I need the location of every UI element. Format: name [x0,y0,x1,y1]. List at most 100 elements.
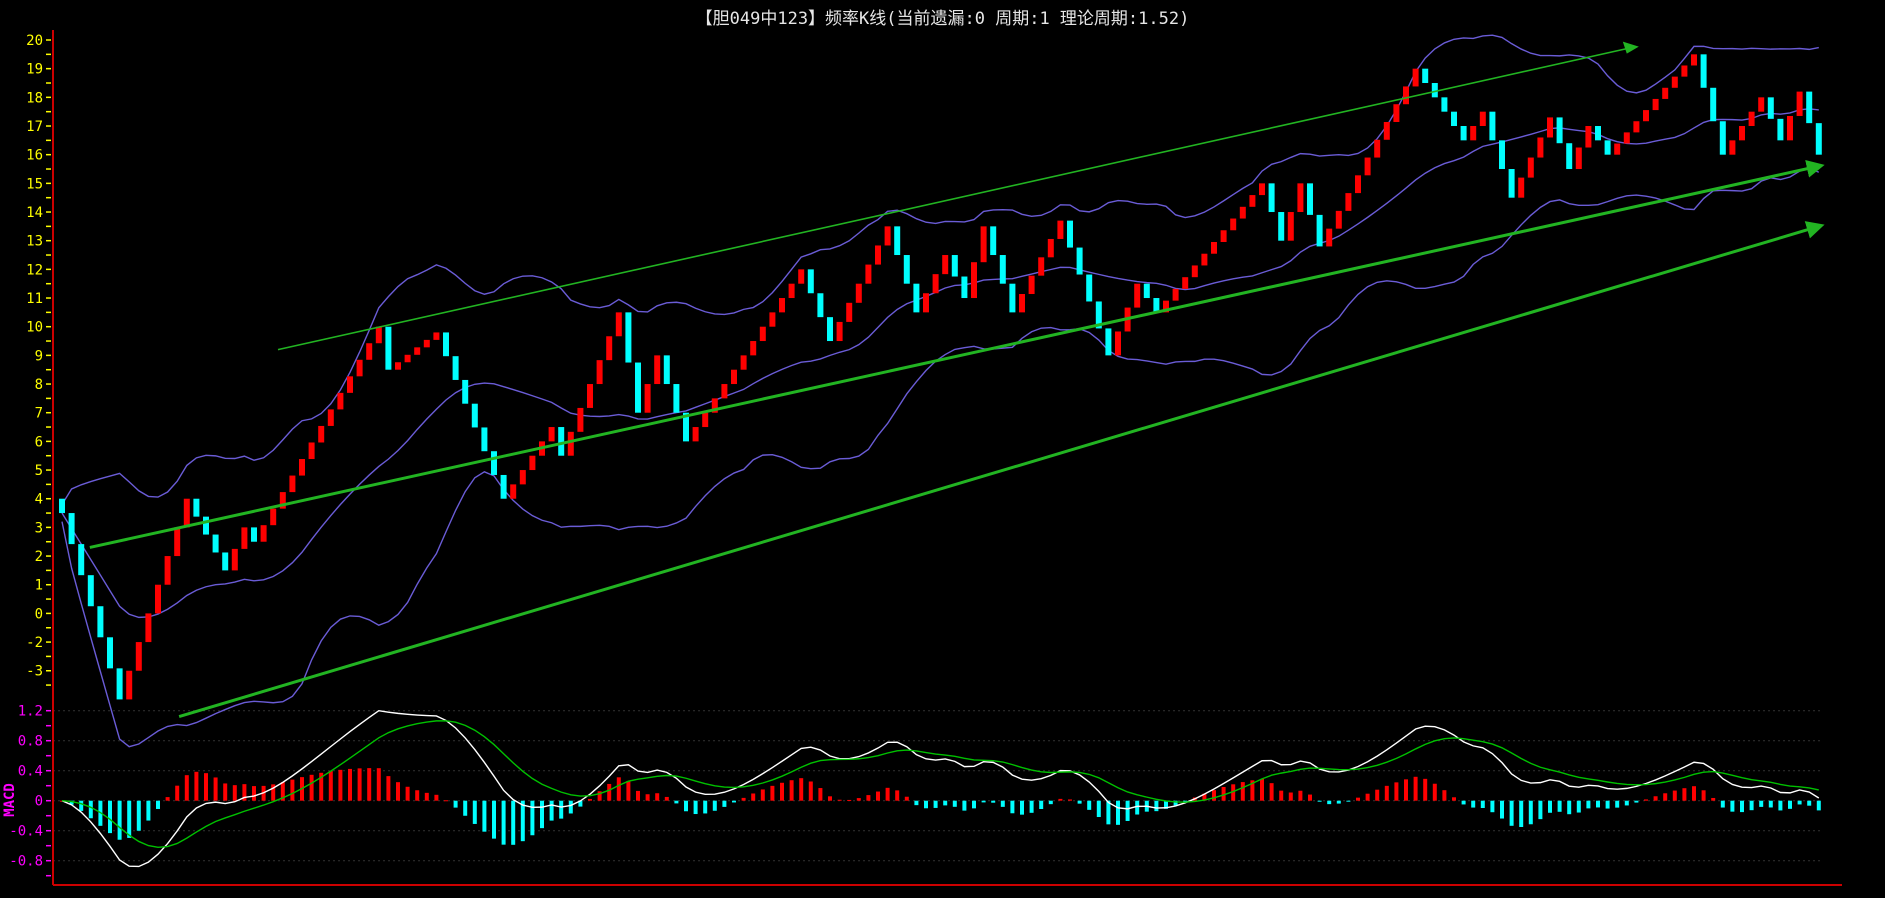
macd-bar-negative [156,800,160,809]
macd-bar-positive [1375,789,1380,801]
macd-bar-positive [357,768,362,801]
macd-bar-positive [1394,782,1399,801]
candle-up [347,376,353,393]
candle-up [654,355,661,385]
macd-bar-negative [722,800,727,807]
candle-up [289,475,296,493]
candle-up [1326,228,1333,247]
dif-line [61,709,1820,868]
macd-bar-positive [213,777,218,801]
candle-down [663,355,670,385]
macd-bar-positive [895,790,900,801]
macd-bar-negative [472,800,477,824]
dea-line [61,720,1819,849]
macd-bar-negative [684,800,688,812]
macd-bar-positive [799,778,804,801]
macd-bar-negative [924,800,928,809]
macd-bar-negative [1116,800,1120,825]
macd-bar-negative [732,800,736,803]
macd-bar-positive [328,771,333,801]
macd-bar-negative [1039,800,1044,810]
price-tick-label: 1 [35,578,43,594]
macd-bar-negative [1749,800,1754,811]
macd-bar-positive [252,786,256,801]
candle-down [817,293,824,318]
candle-up [1470,126,1477,141]
candle-up [1412,68,1419,87]
macd-bar-positive [1711,797,1716,801]
macd-bar-negative [127,800,132,838]
candle-up [1345,193,1352,211]
candle-up [1681,65,1688,77]
macd-bar-positive [1663,793,1668,801]
macd-tick-label: 0 [35,794,43,810]
candle-down [903,255,910,284]
candle-up [1239,206,1246,219]
macd-bar-negative [136,800,141,831]
candle-up [1191,265,1198,278]
macd-bar-positive [856,798,861,801]
candle-up [299,459,305,476]
candle-down [222,552,229,571]
middle-trend-line [89,159,1825,549]
macd-axis-label: MACD [2,783,18,817]
candle-up [731,369,737,385]
candle-down [78,544,85,576]
macd-bar-positive [1298,790,1303,801]
macd-bar-positive [818,788,823,801]
candle-up [615,312,622,337]
candle-up [423,339,430,348]
macd-bar-negative [117,800,122,840]
candle-up [1230,218,1237,231]
candle-down [894,226,901,256]
candle-up [1748,111,1755,127]
candle-down [500,474,507,499]
macd-bar-negative [146,800,151,821]
candle-down [1105,328,1112,356]
macd-bar-positive [232,785,237,801]
macd-bar-positive [223,783,228,801]
candle-up [404,354,411,363]
candle-up [1403,86,1409,105]
macd-bar-positive [1442,790,1447,801]
candle-up [308,442,315,460]
candle-up [606,336,613,361]
candle-up [980,226,987,263]
macd-bar-positive [1692,786,1696,801]
macd-bar-positive [1701,790,1706,801]
candle-up [884,226,891,246]
macd-bar-positive [194,771,199,801]
candle-up [769,312,776,327]
macd-bar-positive [415,790,420,801]
candle-up [750,341,757,356]
macd-bar-negative [1740,800,1744,813]
macd-bar-negative [511,800,516,845]
upper-trend-line [277,47,1627,351]
price-tick-label: 11 [26,291,43,307]
macd-bar-negative [674,800,679,804]
candle-up [375,326,382,344]
candle-down [1067,220,1073,248]
candle-up [231,548,238,571]
candle-down [673,384,680,413]
macd-bar-positive [348,768,352,801]
candle-down [443,332,449,357]
macd-bar-positive [847,799,852,801]
price-tick-label: 6 [35,434,43,450]
macd-bar-negative [1807,800,1812,806]
price-tick-label: 8 [35,377,43,393]
candle-up [567,431,574,456]
macd-bar-positive [1240,782,1245,801]
candle-down [1009,283,1016,313]
macd-bar-positive [204,773,208,801]
candle-up [1796,91,1803,116]
candle-up [1182,277,1189,289]
macd-bar-positive [837,799,842,801]
macd-bar-negative [1461,800,1466,805]
candle-up [577,407,584,432]
candle-down [107,637,113,669]
candle-down [471,403,478,428]
candle-up [1518,177,1525,198]
candle-down [116,668,123,700]
price-tick-label: 9 [35,348,43,364]
